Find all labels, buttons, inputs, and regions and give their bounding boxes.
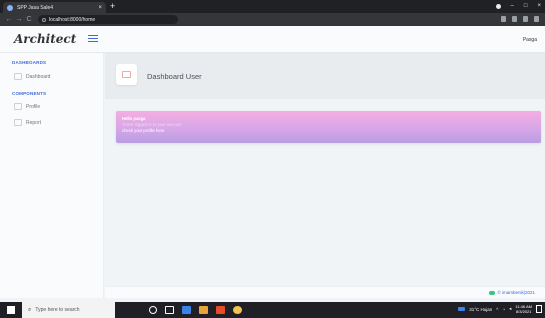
page-title: Dashboard User: [147, 72, 202, 81]
taskbar-search[interactable]: ⌕ Type here to search: [22, 302, 115, 318]
volume-icon[interactable]: ◂: [509, 306, 511, 312]
page-title-area: Dashboard User: [105, 53, 545, 99]
page-title-icon: [116, 64, 137, 85]
reload-button[interactable]: C: [24, 16, 34, 23]
profile-avatar-icon[interactable]: [495, 4, 501, 9]
profile-link[interactable]: check your profile here: [122, 128, 535, 134]
new-tab-button[interactable]: +: [110, 1, 115, 12]
address-bar[interactable]: localhost:8000/home: [38, 15, 178, 24]
search-icon: ⌕: [28, 306, 32, 313]
favicon-icon: [7, 4, 13, 11]
chevron-up-icon[interactable]: ^: [496, 307, 498, 312]
footer-credit: © imambenik|2021: [489, 290, 535, 295]
close-window-icon[interactable]: ×: [537, 1, 541, 12]
back-button[interactable]: ←: [4, 16, 14, 23]
window-controls: – □ ×: [495, 1, 541, 12]
status-badge: [489, 290, 496, 295]
os-taskbar: ⌕ Type here to search 31°C Hujan ^ ◔ ◂ 1…: [0, 302, 545, 318]
footer-credit-text[interactable]: © imambenik|2021: [497, 290, 535, 295]
dashboard-icon: [122, 71, 131, 78]
extensions-icon[interactable]: [523, 16, 528, 22]
clock-date: 8/3/2021: [515, 309, 532, 314]
dashboard-icon: [14, 73, 22, 80]
task-view-icon[interactable]: [165, 306, 174, 314]
sidebar-item-dashboard[interactable]: Dashboard: [14, 73, 50, 80]
weather-text[interactable]: 31°C Hujan: [469, 307, 492, 312]
start-button[interactable]: [0, 302, 22, 318]
sidebar-item-label: Profile: [26, 103, 41, 110]
extension-icons: [501, 16, 539, 22]
sidebar: DASHBOARDS Dashboard COMPONENTS Profile …: [0, 53, 104, 298]
app-icon[interactable]: [216, 306, 225, 314]
key-icon[interactable]: [501, 16, 506, 22]
notification-icon[interactable]: [536, 305, 542, 313]
browser-tab[interactable]: SPP Jasa Sale4 ×: [3, 2, 106, 13]
windows-logo-icon: [7, 306, 15, 314]
tab-close-icon[interactable]: ×: [98, 5, 102, 11]
sidebar-section-components: COMPONENTS: [12, 91, 47, 96]
sidebar-section-dashboards: DASHBOARDS: [12, 60, 47, 65]
clock[interactable]: 11:46 AM 8/3/2021: [515, 304, 532, 314]
forward-button[interactable]: →: [14, 16, 24, 23]
browser-tab-bar: SPP Jasa Sale4 × + – □ ×: [0, 0, 545, 13]
address-url[interactable]: localhost:8000/home: [49, 17, 95, 23]
sidebar-item-label: Report: [26, 119, 42, 126]
app-header: Architect Pasga: [0, 26, 545, 53]
star-icon[interactable]: [512, 16, 517, 22]
cortana-icon[interactable]: [149, 306, 157, 314]
site-info-icon[interactable]: [42, 17, 46, 22]
sidebar-item-profile[interactable]: Profile: [14, 103, 40, 110]
sidebar-item-label: Dashboard: [26, 73, 51, 80]
system-tray: 31°C Hujan ^ ◔ ◂ 11:46 AM 8/3/2021: [458, 304, 542, 314]
chrome-icon[interactable]: [233, 306, 242, 314]
weather-icon[interactable]: [458, 307, 466, 311]
profile-icon: [14, 103, 22, 110]
maximize-icon[interactable]: □: [524, 1, 528, 12]
account-icon[interactable]: [534, 16, 539, 22]
taskbar-apps: [149, 306, 242, 314]
user-name[interactable]: Pasga: [523, 37, 537, 43]
app-logo[interactable]: Architect: [14, 32, 76, 46]
network-icon[interactable]: ◔: [502, 307, 505, 312]
tab-title: SPP Jasa Sale4: [17, 4, 54, 11]
browser-toolbar: ← → C localhost:8000/home: [0, 13, 545, 26]
folder-icon[interactable]: [199, 306, 208, 314]
report-icon: [14, 119, 22, 126]
taskbar-search-placeholder: Type here to search: [35, 307, 80, 313]
file-explorer-icon[interactable]: [182, 306, 191, 314]
welcome-card: Hello pasga You're logged in to your acc…: [116, 111, 541, 143]
app-footer: © imambenik|2021: [105, 286, 545, 298]
minimize-icon[interactable]: –: [511, 1, 514, 12]
hamburger-menu-icon[interactable]: [88, 35, 98, 42]
sidebar-item-report[interactable]: Report: [14, 119, 41, 126]
